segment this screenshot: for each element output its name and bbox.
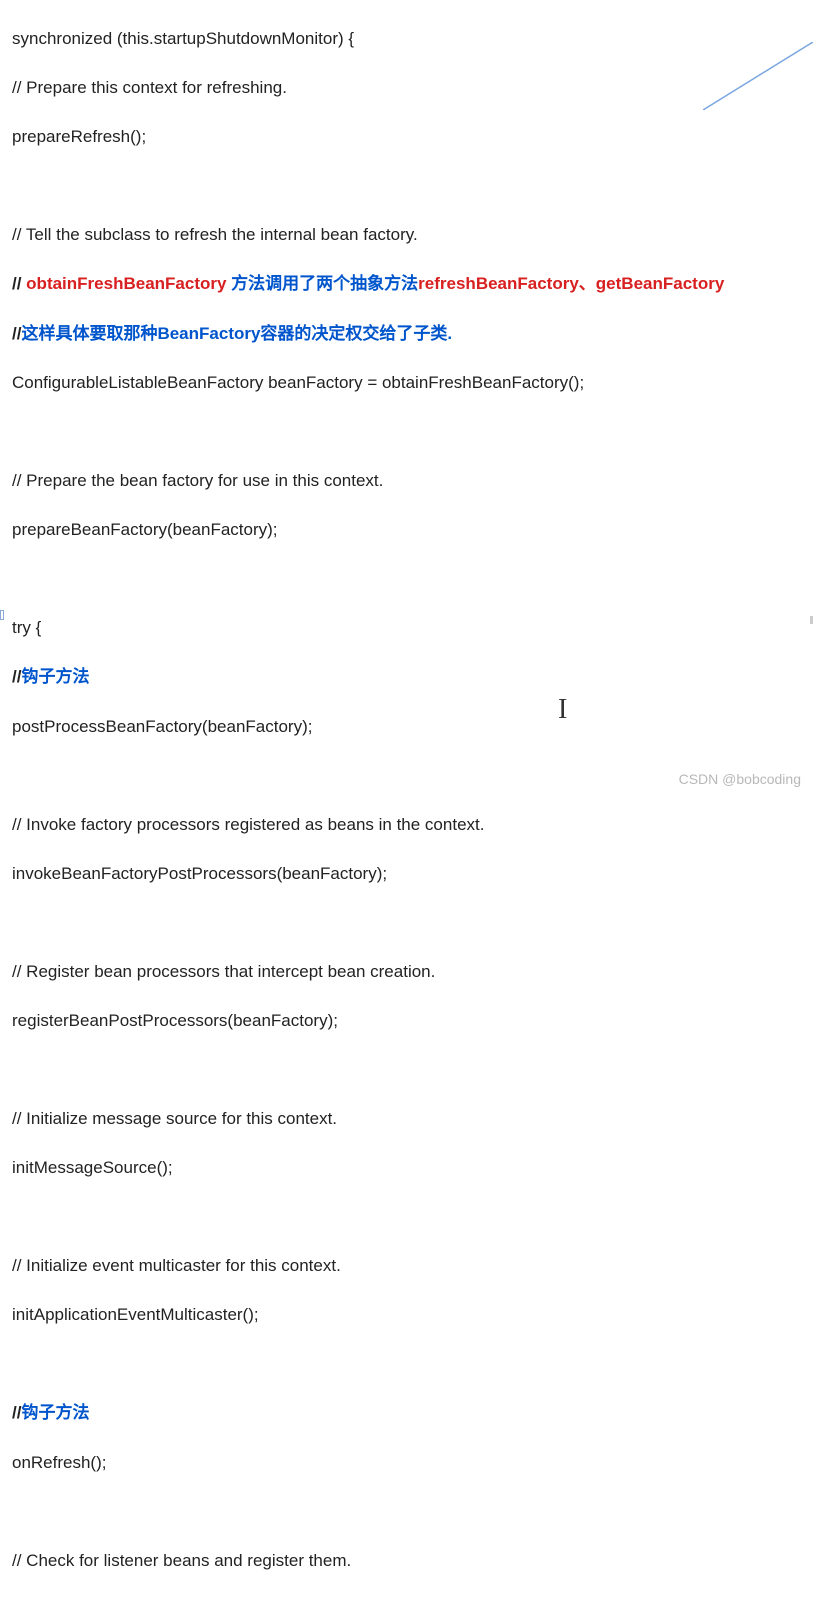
highlight-blue: 钩子方法	[21, 1403, 89, 1422]
code-line: ConfigurableListableBeanFactory beanFact…	[12, 371, 813, 396]
code-line: prepareBeanFactory(beanFactory);	[12, 518, 813, 543]
code-line: // obtainFreshBeanFactory 方法调用了两个抽象方法ref…	[12, 272, 813, 297]
code-line: // Check for listener beans and register…	[12, 1549, 813, 1574]
code-line: initMessageSource();	[12, 1156, 813, 1181]
comment-slash: //	[12, 1403, 21, 1422]
blank-line	[12, 420, 813, 444]
blank-line	[12, 1500, 813, 1524]
code-line: registerBeanPostProcessors(beanFactory);	[12, 1009, 813, 1034]
code-line: prepareRefresh();	[12, 125, 813, 150]
highlight-red: refreshBeanFactory、getBeanFactory	[418, 274, 724, 293]
code-line: initApplicationEventMulticaster();	[12, 1303, 813, 1328]
code-line: // Initialize message source for this co…	[12, 1107, 813, 1132]
highlight-blue: 钩子方法	[21, 667, 89, 686]
code-line: // Register bean processors that interce…	[12, 960, 813, 985]
comment-slash: //	[12, 274, 26, 293]
code-line: // Invoke factory processors registered …	[12, 813, 813, 838]
highlight-red: obtainFreshBeanFactory	[26, 274, 231, 293]
edge-marker-left	[0, 610, 4, 620]
blank-line	[12, 1353, 813, 1377]
blank-line	[12, 764, 813, 788]
highlight-blue: 这样具体要取那种BeanFactory容器的决定权交给了子类.	[21, 324, 452, 343]
code-line: try {	[12, 616, 813, 641]
code-line: invokeBeanFactoryPostProcessors(beanFact…	[12, 862, 813, 887]
code-line: // Prepare the bean factory for use in t…	[12, 469, 813, 494]
code-line: synchronized (this.startupShutdownMonito…	[12, 27, 813, 52]
code-line: // Initialize event multicaster for this…	[12, 1254, 813, 1279]
code-line: // Tell the subclass to refresh the inte…	[12, 223, 813, 248]
code-line: //这样具体要取那种BeanFactory容器的决定权交给了子类.	[12, 322, 813, 347]
code-line: onRefresh();	[12, 1451, 813, 1476]
code-block: synchronized (this.startupShutdownMonito…	[12, 2, 813, 1598]
highlight-blue: 方法调用了两个抽象方法	[231, 274, 418, 293]
code-line: postProcessBeanFactory(beanFactory);	[12, 715, 813, 740]
blank-line	[12, 174, 813, 198]
blank-line	[12, 911, 813, 935]
code-line: //钩子方法	[12, 1401, 813, 1426]
code-line: // Prepare this context for refreshing.	[12, 76, 813, 101]
blank-line	[12, 567, 813, 591]
blank-line	[12, 1058, 813, 1082]
code-line: //钩子方法	[12, 665, 813, 690]
blank-line	[12, 1206, 813, 1230]
